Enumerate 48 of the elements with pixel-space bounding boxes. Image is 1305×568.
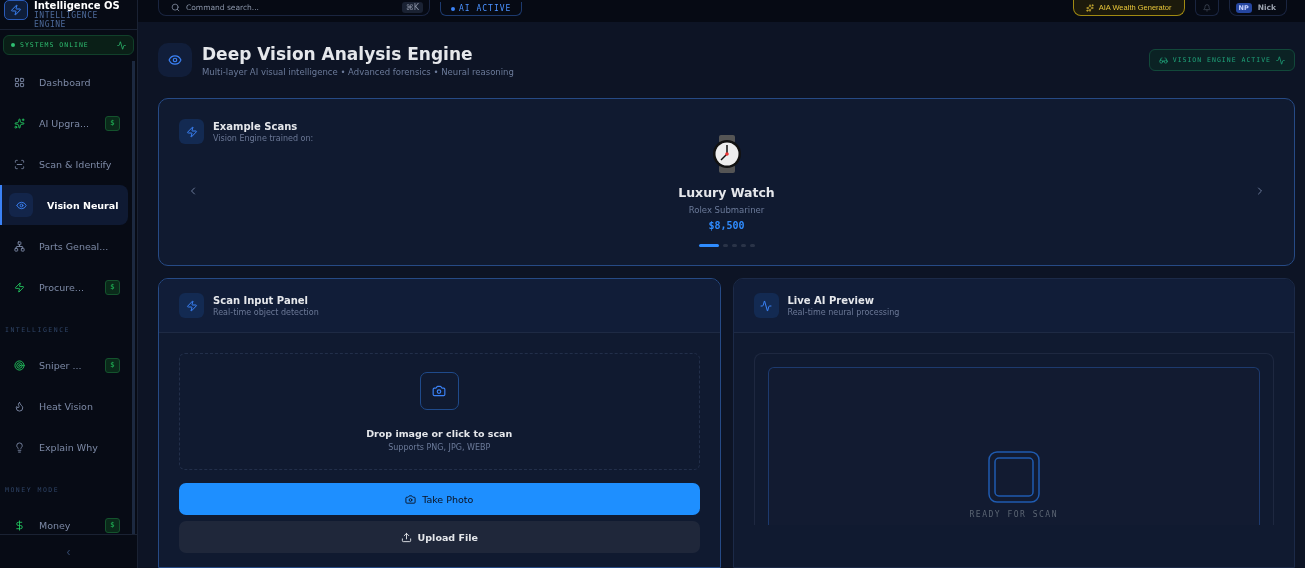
card-subtitle: Vision Engine trained on: bbox=[213, 133, 314, 143]
nav-icon bbox=[14, 359, 25, 371]
camera-icon bbox=[419, 371, 459, 410]
bolt-icon bbox=[179, 293, 204, 318]
panel-subtitle: Real-time neural processing bbox=[787, 307, 900, 317]
page-subtitle: Multi-layer AI visual intelligence • Advanced forensics • Neural reasoning bbox=[202, 66, 515, 77]
drop-hint: Supports PNG, JPG, WEBP bbox=[388, 442, 491, 452]
sidebar-item[interactable]: Vision Neural bbox=[0, 185, 128, 225]
item-model: Rolex Submariner bbox=[688, 205, 765, 215]
eye-icon bbox=[158, 43, 192, 77]
shortcut-key: ⌘K bbox=[401, 2, 423, 13]
panel-title: Live AI Preview bbox=[787, 294, 876, 306]
nav-icon bbox=[14, 117, 25, 129]
bolt-icon bbox=[179, 119, 204, 144]
panel-subtitle: Real-time object detection bbox=[213, 307, 319, 317]
nav-icon bbox=[14, 400, 25, 412]
brand-title: Intelligence OS bbox=[34, 0, 121, 11]
sidebar-item[interactable]: Explain Why bbox=[0, 427, 128, 467]
nav-icon bbox=[14, 76, 25, 88]
take-photo-button[interactable]: Take Photo bbox=[179, 483, 700, 515]
nav-icon bbox=[14, 240, 25, 252]
upload-icon bbox=[400, 531, 412, 543]
nav-icon bbox=[14, 519, 25, 531]
camera-icon bbox=[405, 493, 417, 505]
pulse-icon bbox=[753, 293, 779, 318]
nav-icon bbox=[14, 158, 25, 170]
card-title: Example Scans bbox=[213, 120, 299, 132]
panel-title: Scan Input Panel bbox=[213, 294, 309, 306]
nav-icon bbox=[9, 193, 33, 217]
search-icon bbox=[171, 3, 180, 12]
sidebar-item[interactable]: Parts Geneal... bbox=[0, 226, 128, 266]
drop-zone[interactable]: Drop image or click to scan Supports PNG, JPG, WEBP bbox=[179, 353, 700, 470]
item-name: Luxury Watch bbox=[678, 185, 775, 200]
brand-subtitle: INTELLIGENCE ENGINE bbox=[34, 11, 98, 29]
scan-frame-icon bbox=[987, 451, 1040, 503]
sidebar-item[interactable]: Heat Vision bbox=[0, 386, 128, 426]
ai-status-badge: AI ACTIVE bbox=[440, 2, 523, 16]
sidebar-item[interactable]: Scan & Identify bbox=[0, 144, 128, 184]
ready-status: READY FOR SCAN bbox=[969, 510, 1058, 519]
item-price: $8,500 bbox=[708, 220, 745, 231]
drop-title: Drop image or click to scan bbox=[366, 427, 513, 439]
upload-file-button[interactable]: Upload File bbox=[179, 521, 700, 553]
bell-icon[interactable] bbox=[1194, 0, 1219, 16]
sparkle-icon bbox=[1085, 3, 1094, 12]
nav-icon bbox=[14, 281, 25, 293]
sidebar-item[interactable]: Dashboard bbox=[0, 62, 128, 102]
nav-icon bbox=[14, 441, 25, 453]
page-title: Deep Vision Analysis Engine bbox=[202, 43, 474, 64]
